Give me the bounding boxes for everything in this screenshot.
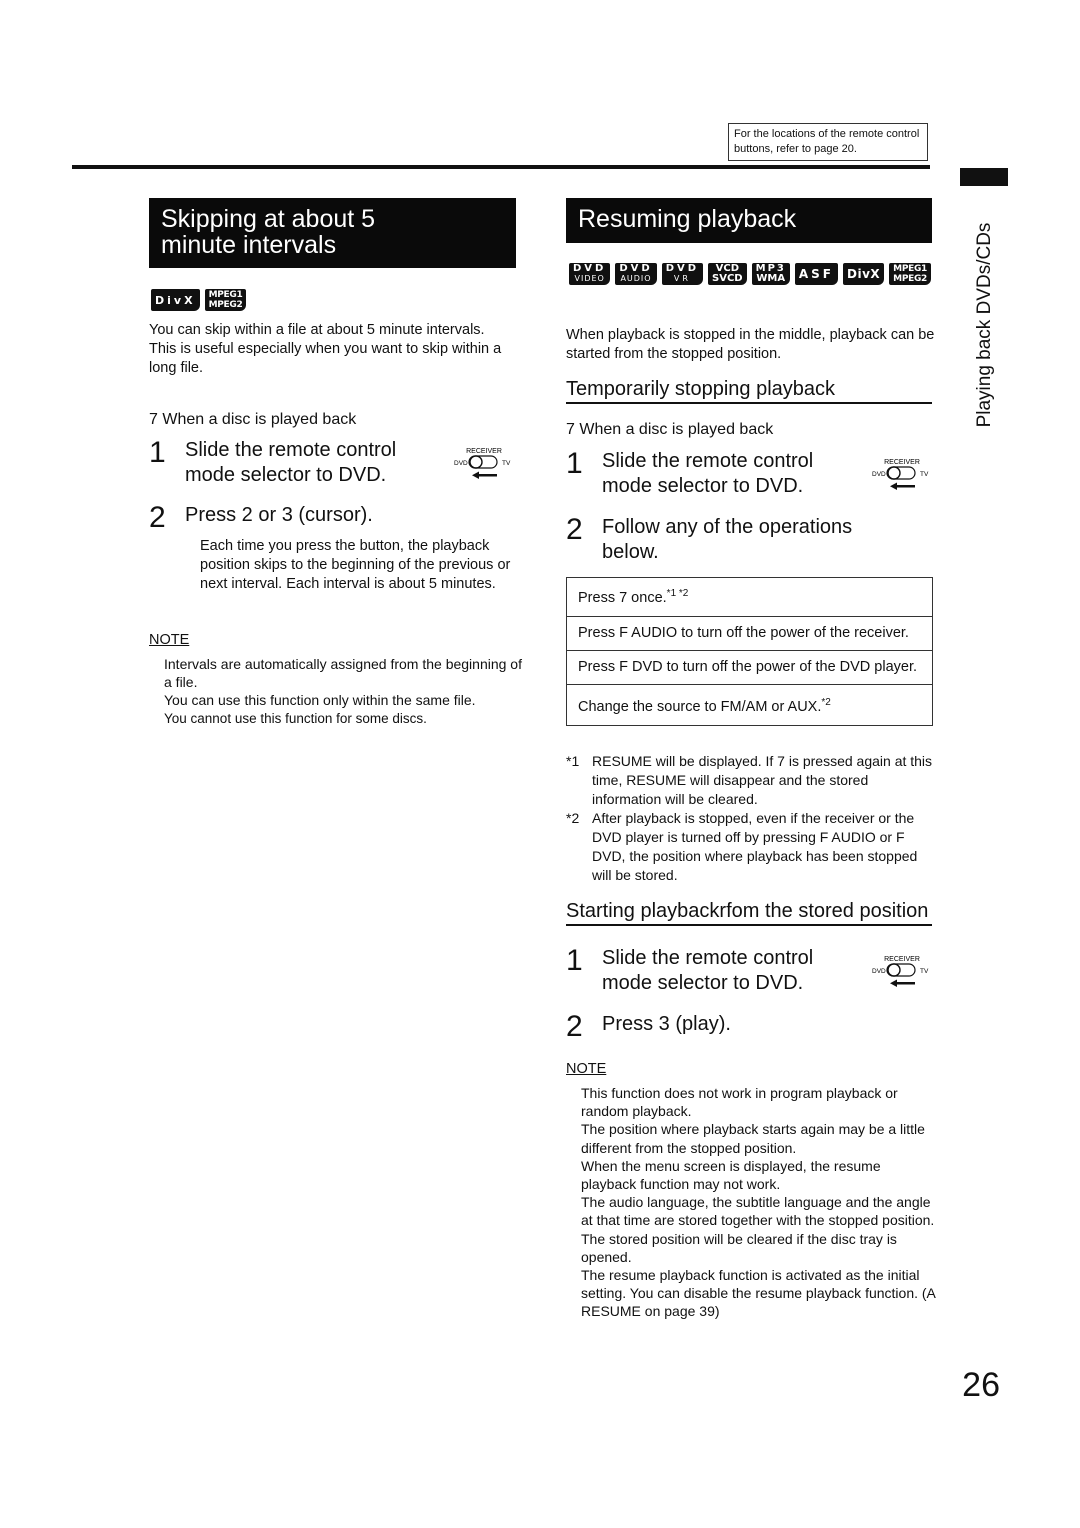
badge-dvd-audio: DVD AUDIO	[615, 263, 657, 285]
right-format-badges: DVD VIDEO DVD AUDIO DVD VR VCD SVCD MP3 WMA A…	[569, 263, 934, 285]
left-note-heading: NOTE	[149, 632, 190, 648]
left-note-list: Intervals are automatically assigned fro…	[164, 655, 524, 728]
right-sub1-step-1: 1 Slide the remote control mode selector…	[566, 447, 814, 498]
svg-text:TV: TV	[502, 460, 511, 467]
badge-divx: DivX	[843, 263, 885, 285]
left-format-badges: DivX MPEG1 MPEG2	[151, 289, 247, 311]
section-title-resuming: Resuming playback	[566, 198, 932, 243]
mode-selector-icon: RECEIVER DVD TV	[870, 952, 932, 992]
left-intro: You can skip within a file at about 5 mi…	[149, 322, 502, 376]
mode-selector-icon: RECEIVER DVD TV	[870, 455, 932, 495]
svg-text:RECEIVER: RECEIVER	[466, 448, 502, 455]
left-step-2: 2 Press 2 or 3 (cursor).	[149, 501, 373, 534]
note-item: Intervals are automatically assigned fro…	[164, 656, 522, 691]
badge-dvd-video: DVD VIDEO	[569, 263, 611, 285]
badge-mpeg: MPEG1 MPEG2	[204, 289, 247, 311]
note-item: This function does not work in program p…	[581, 1085, 898, 1120]
left-condition: 7 When a disc is played back	[149, 411, 357, 428]
top-rule	[72, 165, 930, 169]
operation-row: Press F DVD to turn off the power of the…	[567, 651, 932, 685]
right-sub2-step-2: 2 Press 3 (play).	[566, 1010, 731, 1043]
mode-selector-icon: RECEIVER DVD TV	[452, 444, 514, 484]
note-item: You can use this function only within th…	[164, 692, 476, 709]
subheading-starting-playback: Starting playbackrfom the stored positio…	[566, 898, 932, 926]
note-item: When the menu screen is displayed, the r…	[581, 1157, 881, 1193]
operation-row: Press F AUDIO to turn off the power of t…	[567, 617, 932, 651]
footnote-1: *1 RESUME will be displayed. If 7 is pre…	[566, 753, 933, 807]
note-item: The stored position will be cleared if t…	[581, 1230, 897, 1265]
note-item: The position where playback starts again…	[581, 1121, 925, 1156]
badge-asf: ASF	[794, 263, 839, 285]
badge-divx: DivX	[151, 289, 200, 311]
svg-text:DVD: DVD	[872, 968, 886, 975]
badge-vcd-svcd: VCD SVCD	[708, 263, 747, 285]
left-step-2-detail: Each time you press the button, the play…	[200, 538, 511, 592]
operation-row: Change the source to FM/AM or AUX.*2	[578, 696, 831, 715]
chapter-tab-marker	[960, 168, 1008, 186]
svg-text:TV: TV	[920, 471, 929, 478]
note-item: The resume playback function is activate…	[581, 1267, 936, 1320]
chapter-side-label: Playing back DVDs/CDs	[974, 222, 995, 428]
right-sub1-step-2: 2 Follow any of the operations below.	[566, 513, 853, 564]
svg-text:RECEIVER: RECEIVER	[884, 459, 920, 466]
badge-mpeg: MPEG1 MPEG2	[889, 263, 932, 285]
reference-note: For the locations of the remote control …	[728, 123, 928, 161]
right-intro: When playback is stopped in the middle, …	[566, 327, 935, 362]
operations-table: Press 7 once.*1 *2 Press F AUDIO to turn…	[566, 577, 933, 726]
svg-text:RECEIVER: RECEIVER	[884, 956, 920, 963]
right-note-list: This function does not work in program p…	[581, 1084, 937, 1321]
svg-text:DVD: DVD	[872, 471, 886, 478]
footnotes: *1 RESUME will be displayed. If 7 is pre…	[566, 752, 936, 885]
badge-mp3-wma: MP3 WMA	[751, 263, 790, 285]
badge-dvd-vr: DVD VR	[661, 263, 704, 285]
subheading-temporarily-stopping: Temporarily stopping playback	[566, 376, 932, 404]
right-note-heading: NOTE	[566, 1061, 607, 1077]
section-title-skipping: Skipping at about 5 minute intervals	[149, 198, 516, 268]
note-item: The audio language, the subtitle languag…	[581, 1194, 935, 1229]
page-number: 26	[962, 1366, 1000, 1404]
right-sub2-step-1: 1 Slide the remote control mode selector…	[566, 944, 814, 995]
footnote-2: *2 After playback is stopped, even if the…	[566, 810, 918, 883]
note-item: You cannot use this function for some di…	[164, 710, 427, 726]
left-step-1: 1 Slide the remote control mode selector…	[149, 436, 397, 487]
right-condition: 7 When a disc is played back	[566, 421, 774, 438]
svg-text:TV: TV	[920, 968, 929, 975]
operation-row: Press 7 once.*1 *2	[567, 578, 932, 617]
svg-text:DVD: DVD	[454, 460, 468, 467]
